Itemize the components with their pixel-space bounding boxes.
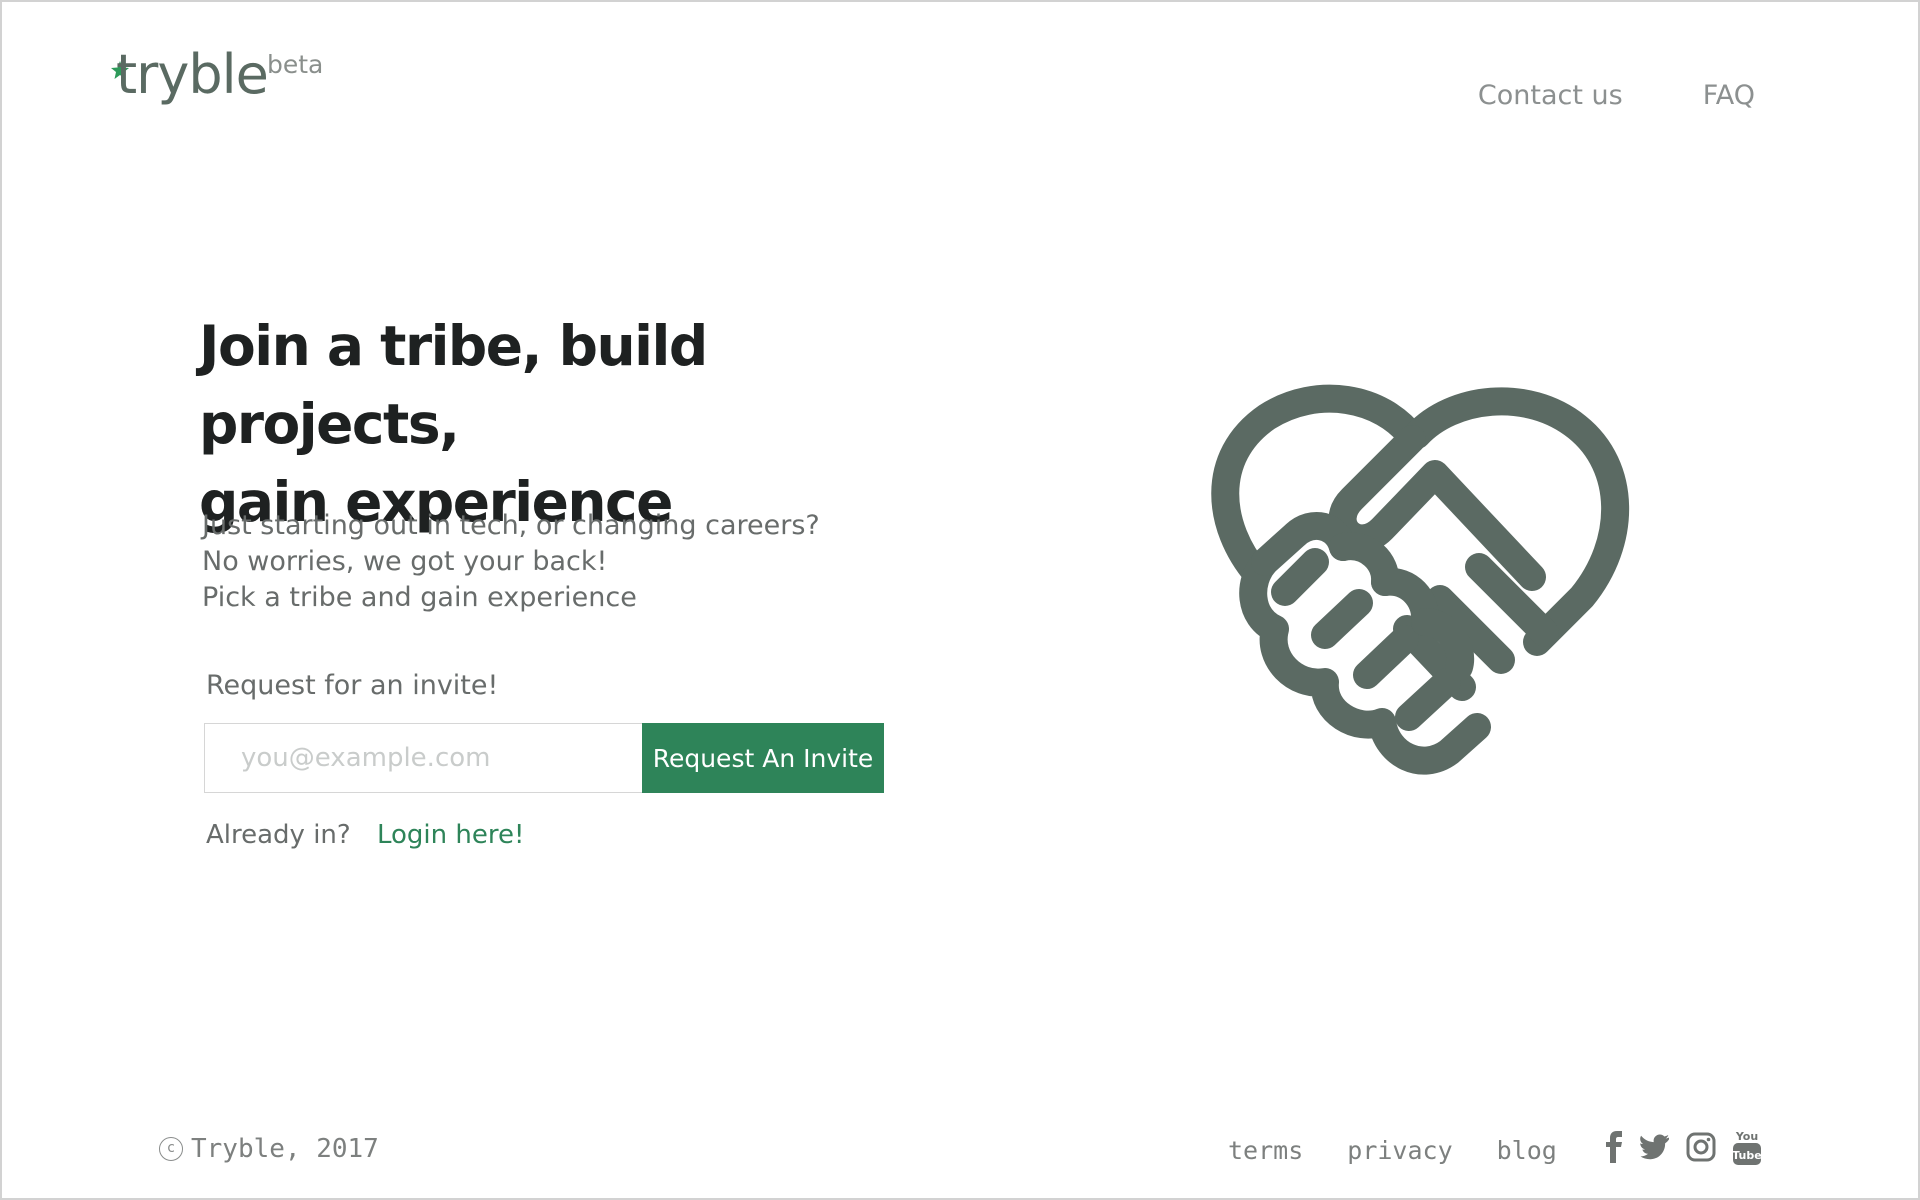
copyright-icon: c xyxy=(159,1137,183,1161)
top-nav: Contact us FAQ xyxy=(1478,82,1755,109)
footer-link-blog[interactable]: blog xyxy=(1497,1138,1557,1163)
headline-line-1: Join a tribe, build projects, xyxy=(199,314,708,456)
nav-contact-us[interactable]: Contact us xyxy=(1478,82,1623,109)
login-link[interactable]: Login here! xyxy=(377,820,524,850)
invite-label: Request for an invite! xyxy=(206,670,499,701)
svg-text:Tube: Tube xyxy=(1732,1149,1761,1162)
tagline: Just starting out in tech, or changing c… xyxy=(202,508,820,616)
login-prompt: Already in? xyxy=(206,820,351,850)
social-links: You Tube xyxy=(1606,1128,1762,1170)
login-row: Already in? Login here! xyxy=(206,822,524,848)
svg-text:You: You xyxy=(1735,1130,1758,1143)
landing-page: tryble beta Contact us FAQ Join a tribe,… xyxy=(0,0,1920,1200)
copyright: c Tryble, 2017 xyxy=(159,1136,379,1162)
copyright-text: Tryble, 2017 xyxy=(191,1134,379,1164)
logo[interactable]: tryble beta xyxy=(110,48,330,124)
footer-links: terms privacy blog xyxy=(1228,1138,1557,1163)
youtube-icon[interactable]: You Tube xyxy=(1732,1128,1762,1170)
tagline-line-3: Pick a tribe and gain experience xyxy=(202,582,637,613)
tagline-line-1: Just starting out in tech, or changing c… xyxy=(202,510,820,541)
logo-wordmark: tryble xyxy=(116,43,269,106)
twitter-icon[interactable] xyxy=(1640,1134,1670,1164)
page-title: Join a tribe, build projects, gain exper… xyxy=(199,307,919,541)
beta-badge: beta xyxy=(267,50,324,79)
footer-link-terms[interactable]: terms xyxy=(1228,1138,1303,1163)
tagline-line-2: No worries, we got your back! xyxy=(202,546,608,577)
request-invite-button[interactable]: Request An Invite xyxy=(642,723,884,793)
footer-link-privacy[interactable]: privacy xyxy=(1347,1138,1452,1163)
nav-faq[interactable]: FAQ xyxy=(1703,82,1755,109)
heart-handshake-icon xyxy=(1211,384,1630,775)
invite-form: Request An Invite xyxy=(204,723,884,793)
facebook-icon[interactable] xyxy=(1606,1131,1624,1167)
instagram-icon[interactable] xyxy=(1686,1132,1716,1166)
email-input[interactable] xyxy=(204,723,642,793)
